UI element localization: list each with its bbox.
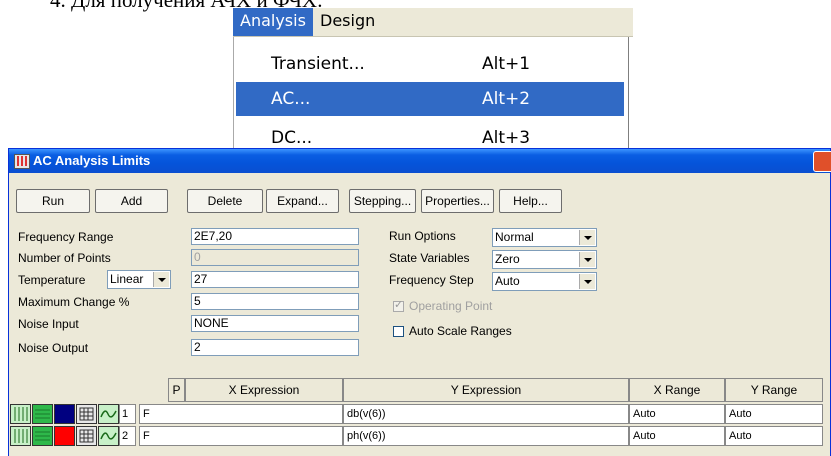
frequency-range-field[interactable]: 2E7,20: [191, 228, 359, 245]
operating-point-checkbox: [393, 298, 404, 312]
x-range-cell[interactable]: Auto: [629, 426, 725, 446]
run-options-value: Normal: [495, 230, 534, 244]
menu-item-ac[interactable]: AC... Alt+2: [236, 82, 624, 116]
temperature-mode-select[interactable]: Linear: [107, 270, 171, 289]
add-button[interactable]: Add: [95, 189, 168, 213]
waveform-glyph: [100, 410, 117, 418]
expand-button[interactable]: Expand...: [266, 189, 339, 213]
properties-button[interactable]: Properties...: [421, 189, 494, 213]
row-p-value[interactable]: 1: [119, 404, 136, 424]
temperature-field[interactable]: 27: [191, 271, 359, 288]
plot-table-glyph: [79, 407, 94, 421]
noise-input-label: Noise Input: [18, 317, 79, 331]
column-header-x-range: X Range: [629, 378, 725, 402]
menu-item-label: AC...: [271, 89, 311, 109]
y-expression-cell[interactable]: db(v(6)): [343, 404, 629, 424]
frequency-step-label: Frequency Step: [389, 273, 474, 287]
temperature-label: Temperature: [18, 273, 86, 287]
waveform-icon[interactable]: [98, 404, 119, 424]
y-range-cell[interactable]: Auto: [725, 404, 823, 424]
menu-item-transient[interactable]: Transient... Alt+1: [236, 47, 624, 81]
waveform-glyph: [100, 432, 117, 440]
frequency-step-select[interactable]: Auto: [492, 272, 597, 291]
plot-lines-glyph: [35, 409, 50, 419]
auto-scale-checkbox[interactable]: [393, 326, 404, 337]
close-button[interactable]: [813, 151, 831, 172]
curve-color-swatch[interactable]: [54, 426, 75, 446]
menu-bar: Analysis Design: [233, 8, 633, 37]
row-p-value[interactable]: 2: [119, 426, 136, 446]
noise-output-label: Noise Output: [18, 341, 89, 355]
chevron-down-icon[interactable]: [579, 252, 595, 267]
y-range-cell[interactable]: Auto: [725, 426, 823, 446]
state-variables-value: Zero: [495, 252, 520, 266]
waveform-icon[interactable]: [98, 426, 119, 446]
plot-grid-glyph: [14, 407, 28, 421]
maximum-change-label: Maximum Change %: [18, 295, 130, 309]
state-variables-label: State Variables: [389, 251, 470, 265]
plot-grid-glyph: [14, 429, 28, 443]
chevron-down-icon[interactable]: [153, 272, 169, 287]
column-header-x-expression: X Expression: [185, 378, 343, 402]
frequency-step-value: Auto: [495, 274, 520, 288]
operating-point-label: Operating Point: [409, 299, 493, 313]
x-expression-cell[interactable]: F: [139, 426, 343, 446]
chevron-down-icon[interactable]: [579, 230, 595, 245]
menu-item-label: Transient...: [271, 54, 365, 74]
chevron-down-icon[interactable]: [579, 274, 595, 289]
number-of-points-label: Number of Points: [18, 251, 111, 265]
app-icon: [14, 154, 30, 169]
menu-design[interactable]: Design: [313, 8, 383, 36]
plot-grid-icon[interactable]: [10, 426, 31, 446]
state-variables-select[interactable]: Zero: [492, 250, 597, 269]
noise-output-field[interactable]: 2: [191, 339, 359, 356]
run-options-select[interactable]: Normal: [492, 228, 597, 247]
stepping-button[interactable]: Stepping...: [349, 189, 416, 213]
plot-table-icon[interactable]: [76, 426, 97, 446]
x-expression-cell[interactable]: F: [139, 404, 343, 424]
column-header-p: P: [168, 378, 185, 402]
column-header-y-expression: Y Expression: [343, 378, 629, 402]
delete-button[interactable]: Delete: [187, 189, 263, 213]
auto-scale-label: Auto Scale Ranges: [409, 324, 512, 338]
plot-grid-icon[interactable]: [10, 404, 31, 424]
help-button[interactable]: Help...: [499, 189, 562, 213]
frequency-range-label: Frequency Range: [18, 230, 114, 244]
analysis-dropdown-menu: Transient... Alt+1 AC... Alt+2 DC... Alt…: [233, 37, 629, 154]
plot-table-icon[interactable]: [76, 404, 97, 424]
maximum-change-field[interactable]: 5: [191, 293, 359, 310]
curve-color-swatch[interactable]: [54, 404, 75, 424]
run-button[interactable]: Run: [16, 189, 90, 213]
column-header-y-range: Y Range: [725, 378, 823, 402]
plot-lines-icon[interactable]: [32, 426, 53, 446]
run-options-label: Run Options: [389, 229, 456, 243]
y-expression-cell[interactable]: ph(v(6)): [343, 426, 629, 446]
menu-item-shortcut: Alt+2: [482, 89, 531, 109]
menu-analysis[interactable]: Analysis: [233, 8, 313, 36]
x-range-cell[interactable]: Auto: [629, 404, 725, 424]
ac-analysis-limits-window: AC Analysis Limits Run Add Delete Expand…: [8, 148, 831, 456]
window-title: AC Analysis Limits: [33, 153, 151, 168]
plot-lines-glyph: [35, 431, 50, 441]
title-bar[interactable]: AC Analysis Limits: [9, 149, 831, 173]
noise-input-field[interactable]: NONE: [191, 315, 359, 332]
menu-item-shortcut: Alt+1: [482, 54, 531, 74]
temperature-mode-value: Linear: [110, 272, 144, 286]
plot-table-glyph: [79, 429, 94, 443]
number-of-points-field: 0: [191, 249, 359, 266]
plot-lines-icon[interactable]: [32, 404, 53, 424]
